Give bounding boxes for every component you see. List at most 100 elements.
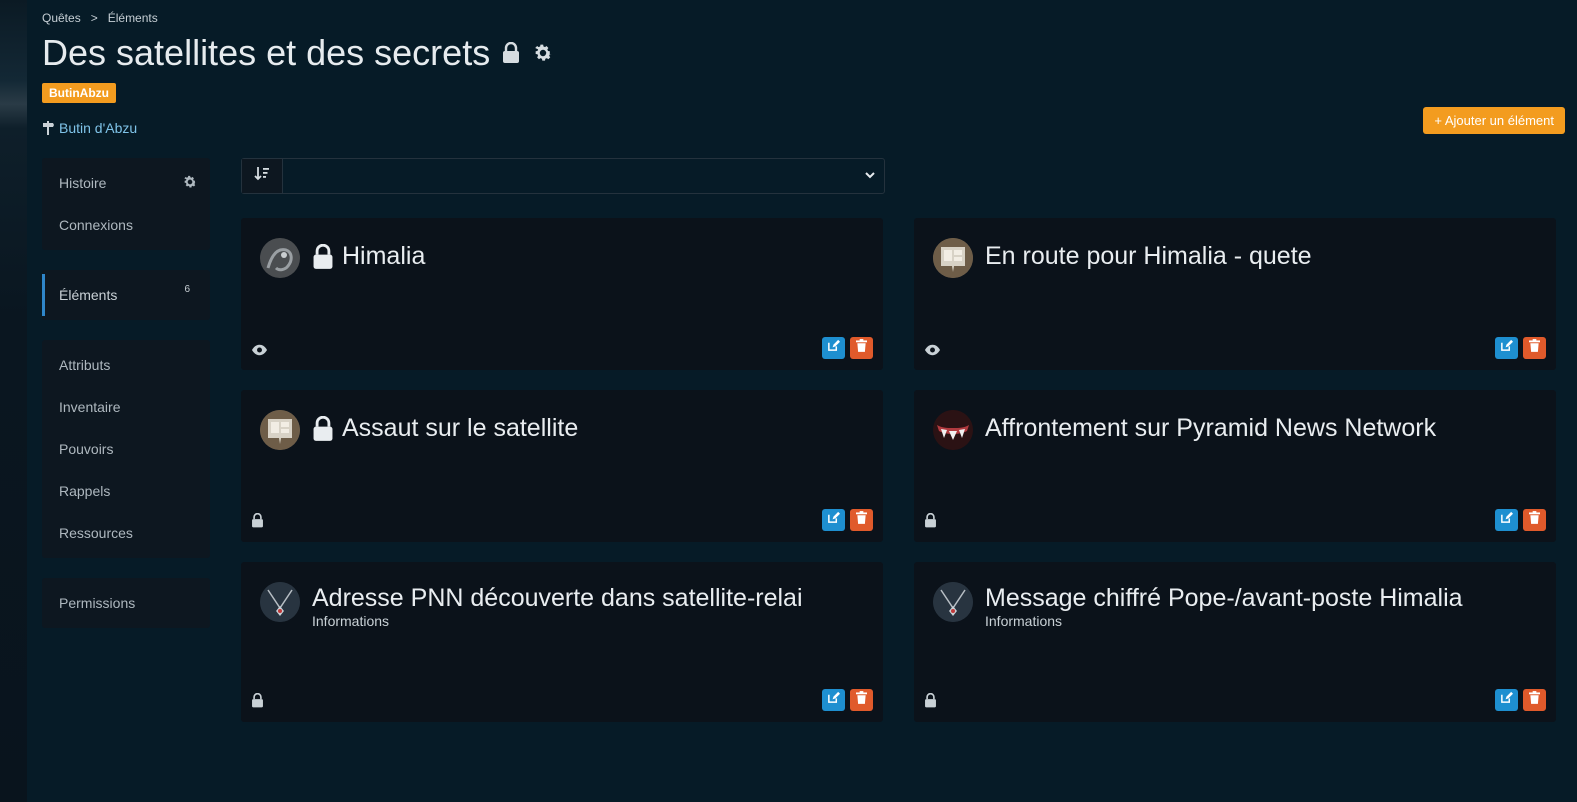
edit-icon [1500,691,1513,709]
edit-button[interactable] [822,509,845,531]
delete-button[interactable] [1523,509,1546,531]
sidebar: Histoire Connexions Éléments 6 Attributs… [42,158,210,648]
count-badge: 6 [184,284,190,295]
card-title[interactable]: En route pour Himalia - quete [985,242,1312,271]
sidebar-group-story: Histoire Connexions [42,158,210,250]
card-title-text: En route pour Himalia - quete [985,242,1312,270]
sidebar-item-pouvoirs[interactable]: Pouvoirs [42,428,210,470]
card-title-text: Affrontement sur Pyramid News Network [985,414,1437,442]
sidebar-group-permissions: Permissions [42,578,210,628]
card-actions [822,689,873,711]
signpost-icon [42,121,54,135]
avatar [260,238,300,278]
card-subtitle: Informations [312,613,390,629]
tag-badge[interactable]: ButinAbzu [42,83,116,103]
delete-button[interactable] [850,509,873,531]
delete-button[interactable] [1523,689,1546,711]
sort-order-button[interactable] [242,159,283,193]
sidebar-item-label: Inventaire [59,399,121,415]
sidebar-item-ressources[interactable]: Ressources [42,512,210,554]
breadcrumb-current: Éléments [107,11,158,25]
sidebar-item-connexions[interactable]: Connexions [42,204,210,246]
location-label: Butin d'Abzu [59,120,138,136]
sidebar-item-histoire[interactable]: Histoire [42,162,210,204]
card-title[interactable]: Message chiffré Pope-/avant-poste Himali… [985,584,1463,613]
card-title[interactable]: Adresse PNN découverte dans satellite-re… [312,584,803,613]
sidebar-item-permissions[interactable]: Permissions [42,582,210,624]
edit-button[interactable] [822,689,845,711]
card-subtitle: Informations [985,613,1063,629]
location-link[interactable]: Butin d'Abzu [42,120,137,136]
avatar [933,410,973,450]
sidebar-item-label: Attributs [59,357,111,373]
card-title[interactable]: Assaut sur le satellite [312,414,578,443]
card-actions [1495,689,1546,711]
sort-select[interactable] [283,159,884,193]
lock-icon [251,513,264,528]
background-strip [0,0,27,802]
sidebar-item-rappels[interactable]: Rappels [42,470,210,512]
edit-icon [1500,339,1513,357]
sidebar-item-elements[interactable]: Éléments 6 [42,274,210,316]
element-card[interactable]: Message chiffré Pope-/avant-poste Himali… [914,562,1556,722]
element-card[interactable]: Assaut sur le satellite [241,390,883,542]
card-title[interactable]: Himalia [312,242,425,271]
edit-button[interactable] [822,337,845,359]
edit-icon [827,511,840,529]
chevron-down-icon [864,167,876,185]
delete-button[interactable] [850,337,873,359]
lock-icon [251,693,264,708]
gear-icon[interactable] [532,42,554,64]
lock-icon [502,42,520,64]
card-title-text: Himalia [342,242,426,270]
element-card[interactable]: En route pour Himalia - quete [914,218,1556,370]
page-title: Des satellites et des secrets [42,32,554,74]
trash-icon [856,511,867,529]
card-title-text: Message chiffré Pope-/avant-poste Himali… [985,584,1463,612]
card-actions [822,337,873,359]
edit-icon [827,691,840,709]
lock-icon [312,243,334,270]
avatar [260,582,300,622]
card-actions [1495,337,1546,359]
trash-icon [1529,511,1540,529]
page-title-text: Des satellites et des secrets [42,32,491,73]
trash-icon [856,691,867,709]
sidebar-item-label: Éléments [59,287,118,303]
edit-icon [1500,511,1513,529]
avatar [933,238,973,278]
gear-icon[interactable] [182,174,198,193]
delete-button[interactable] [850,689,873,711]
trash-icon [1529,339,1540,357]
sidebar-item-label: Histoire [59,175,107,191]
element-card[interactable]: Adresse PNN découverte dans satellite-re… [241,562,883,722]
avatar [933,582,973,622]
eye-icon [251,344,268,356]
sort-descending-icon [254,166,270,187]
sidebar-group-sub: Attributs Inventaire Pouvoirs Rappels Re… [42,340,210,558]
card-title[interactable]: Affrontement sur Pyramid News Network [985,414,1436,443]
edit-button[interactable] [1495,337,1518,359]
sidebar-item-label: Ressources [59,525,133,541]
breadcrumb-separator: > [90,11,98,25]
edit-button[interactable] [1495,509,1518,531]
eye-icon [924,344,941,356]
card-title-text: Adresse PNN découverte dans satellite-re… [312,584,803,612]
sidebar-item-label: Permissions [59,595,136,611]
sidebar-item-attributs[interactable]: Attributs [42,344,210,386]
add-element-button[interactable]: + Ajouter un élément [1423,107,1565,134]
breadcrumb-root[interactable]: Quêtes [42,11,81,25]
element-card[interactable]: Himalia [241,218,883,370]
sidebar-item-inventaire[interactable]: Inventaire [42,386,210,428]
card-title-text: Assaut sur le satellite [342,414,579,442]
sidebar-item-label: Rappels [59,483,111,499]
trash-icon [856,339,867,357]
delete-button[interactable] [1523,337,1546,359]
trash-icon [1529,691,1540,709]
edit-button[interactable] [1495,689,1518,711]
card-actions [1495,509,1546,531]
avatar [260,410,300,450]
breadcrumb: Quêtes > Éléments [42,11,158,25]
element-card[interactable]: Affrontement sur Pyramid News Network [914,390,1556,542]
sidebar-item-label: Connexions [59,217,133,233]
